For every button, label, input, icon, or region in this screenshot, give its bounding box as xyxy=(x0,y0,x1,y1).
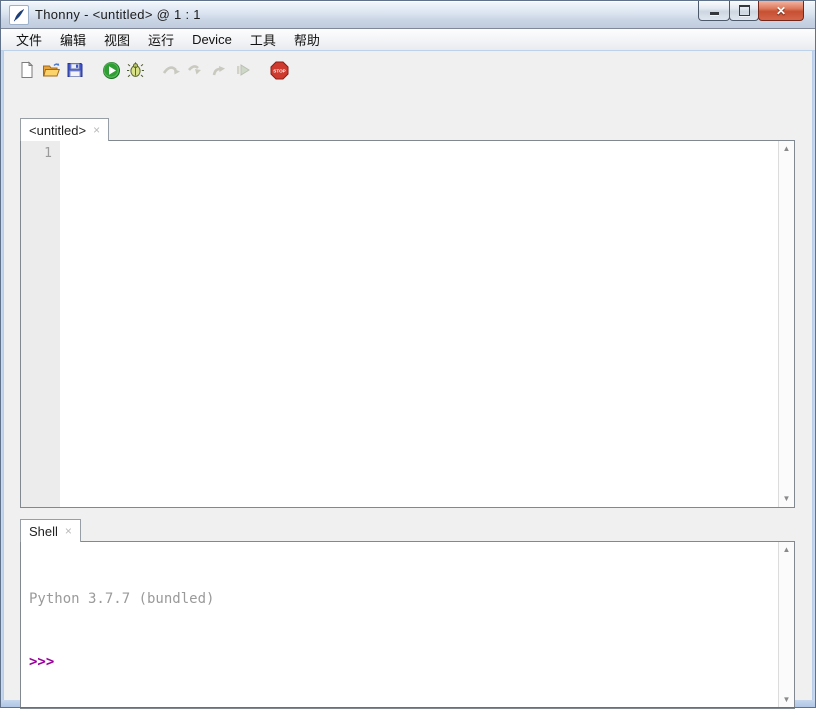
menu-view[interactable]: 视图 xyxy=(95,28,139,51)
tab-label: Shell xyxy=(29,524,58,539)
scroll-up-icon[interactable]: ▲ xyxy=(779,144,794,154)
feather-icon xyxy=(9,5,29,25)
close-button[interactable]: ✕ xyxy=(758,1,804,21)
run-icon xyxy=(102,61,121,80)
save-icon xyxy=(66,61,84,79)
run-button[interactable] xyxy=(100,59,122,81)
menu-help[interactable]: 帮助 xyxy=(285,28,329,51)
maximize-icon xyxy=(739,5,750,16)
menu-file[interactable]: 文件 xyxy=(7,28,51,51)
scroll-down-icon[interactable]: ▼ xyxy=(779,494,794,504)
new-file-button[interactable] xyxy=(16,59,38,81)
tab-close-icon[interactable]: × xyxy=(93,123,100,137)
shell-scrollbar[interactable]: ▲ ▼ xyxy=(778,542,794,708)
shell-panel[interactable]: Python 3.7.7 (bundled) >>> ▲ ▼ xyxy=(20,541,795,709)
menu-run[interactable]: 运行 xyxy=(139,28,183,51)
stop-icon: STOP xyxy=(270,61,289,80)
stop-button[interactable]: STOP xyxy=(268,59,290,81)
tab-shell[interactable]: Shell × xyxy=(20,519,81,542)
resume-icon xyxy=(234,61,252,79)
scroll-down-icon[interactable]: ▼ xyxy=(779,695,794,705)
shell-output-area[interactable]: Python 3.7.7 (bundled) >>> xyxy=(21,542,778,708)
menu-device[interactable]: Device xyxy=(183,30,241,49)
resume-button xyxy=(232,59,254,81)
thonny-window: Thonny - <untitled> @ 1 : 1 ✕ 文件 编辑 视图 运… xyxy=(0,0,816,708)
toolbar: STOP xyxy=(16,55,292,85)
shell-prompt[interactable]: >>> xyxy=(29,652,770,673)
tab-close-icon[interactable]: × xyxy=(65,524,72,538)
minimize-button[interactable] xyxy=(698,1,730,21)
menu-tools[interactable]: 工具 xyxy=(241,28,285,51)
titlebar[interactable]: Thonny - <untitled> @ 1 : 1 xyxy=(1,1,815,28)
open-file-icon xyxy=(42,61,61,79)
window-border-right xyxy=(812,51,815,700)
scroll-up-icon[interactable]: ▲ xyxy=(779,545,794,555)
window-controls: ✕ xyxy=(699,1,804,21)
open-file-button[interactable] xyxy=(40,59,62,81)
close-icon: ✕ xyxy=(776,4,786,18)
line-number: 1 xyxy=(21,141,60,161)
client-area: STOP <untitled> × 1 ▲ ▼ Shell × xyxy=(4,51,812,700)
window-title: Thonny - <untitled> @ 1 : 1 xyxy=(35,7,201,22)
debug-bug-icon xyxy=(126,61,145,80)
step-out-button xyxy=(208,59,230,81)
editor-scrollbar[interactable]: ▲ ▼ xyxy=(778,141,794,507)
minimize-icon xyxy=(710,12,719,15)
tab-untitled[interactable]: <untitled> × xyxy=(20,118,109,141)
step-over-button xyxy=(160,59,182,81)
debug-button[interactable] xyxy=(124,59,146,81)
menubar: 文件 编辑 视图 运行 Device 工具 帮助 xyxy=(1,28,815,50)
tab-label: <untitled> xyxy=(29,123,86,138)
shell-version-line: Python 3.7.7 (bundled) xyxy=(29,589,770,610)
line-number-gutter: 1 xyxy=(21,141,60,507)
maximize-button[interactable] xyxy=(729,1,759,21)
save-file-button[interactable] xyxy=(64,59,86,81)
step-out-icon xyxy=(209,61,229,79)
svg-text:STOP: STOP xyxy=(273,68,285,73)
new-file-icon xyxy=(18,61,36,79)
step-into-button xyxy=(184,59,206,81)
code-editor[interactable]: 1 ▲ ▼ xyxy=(20,140,795,508)
menu-edit[interactable]: 编辑 xyxy=(51,28,95,51)
step-into-icon xyxy=(185,61,205,79)
step-over-icon xyxy=(161,61,181,79)
